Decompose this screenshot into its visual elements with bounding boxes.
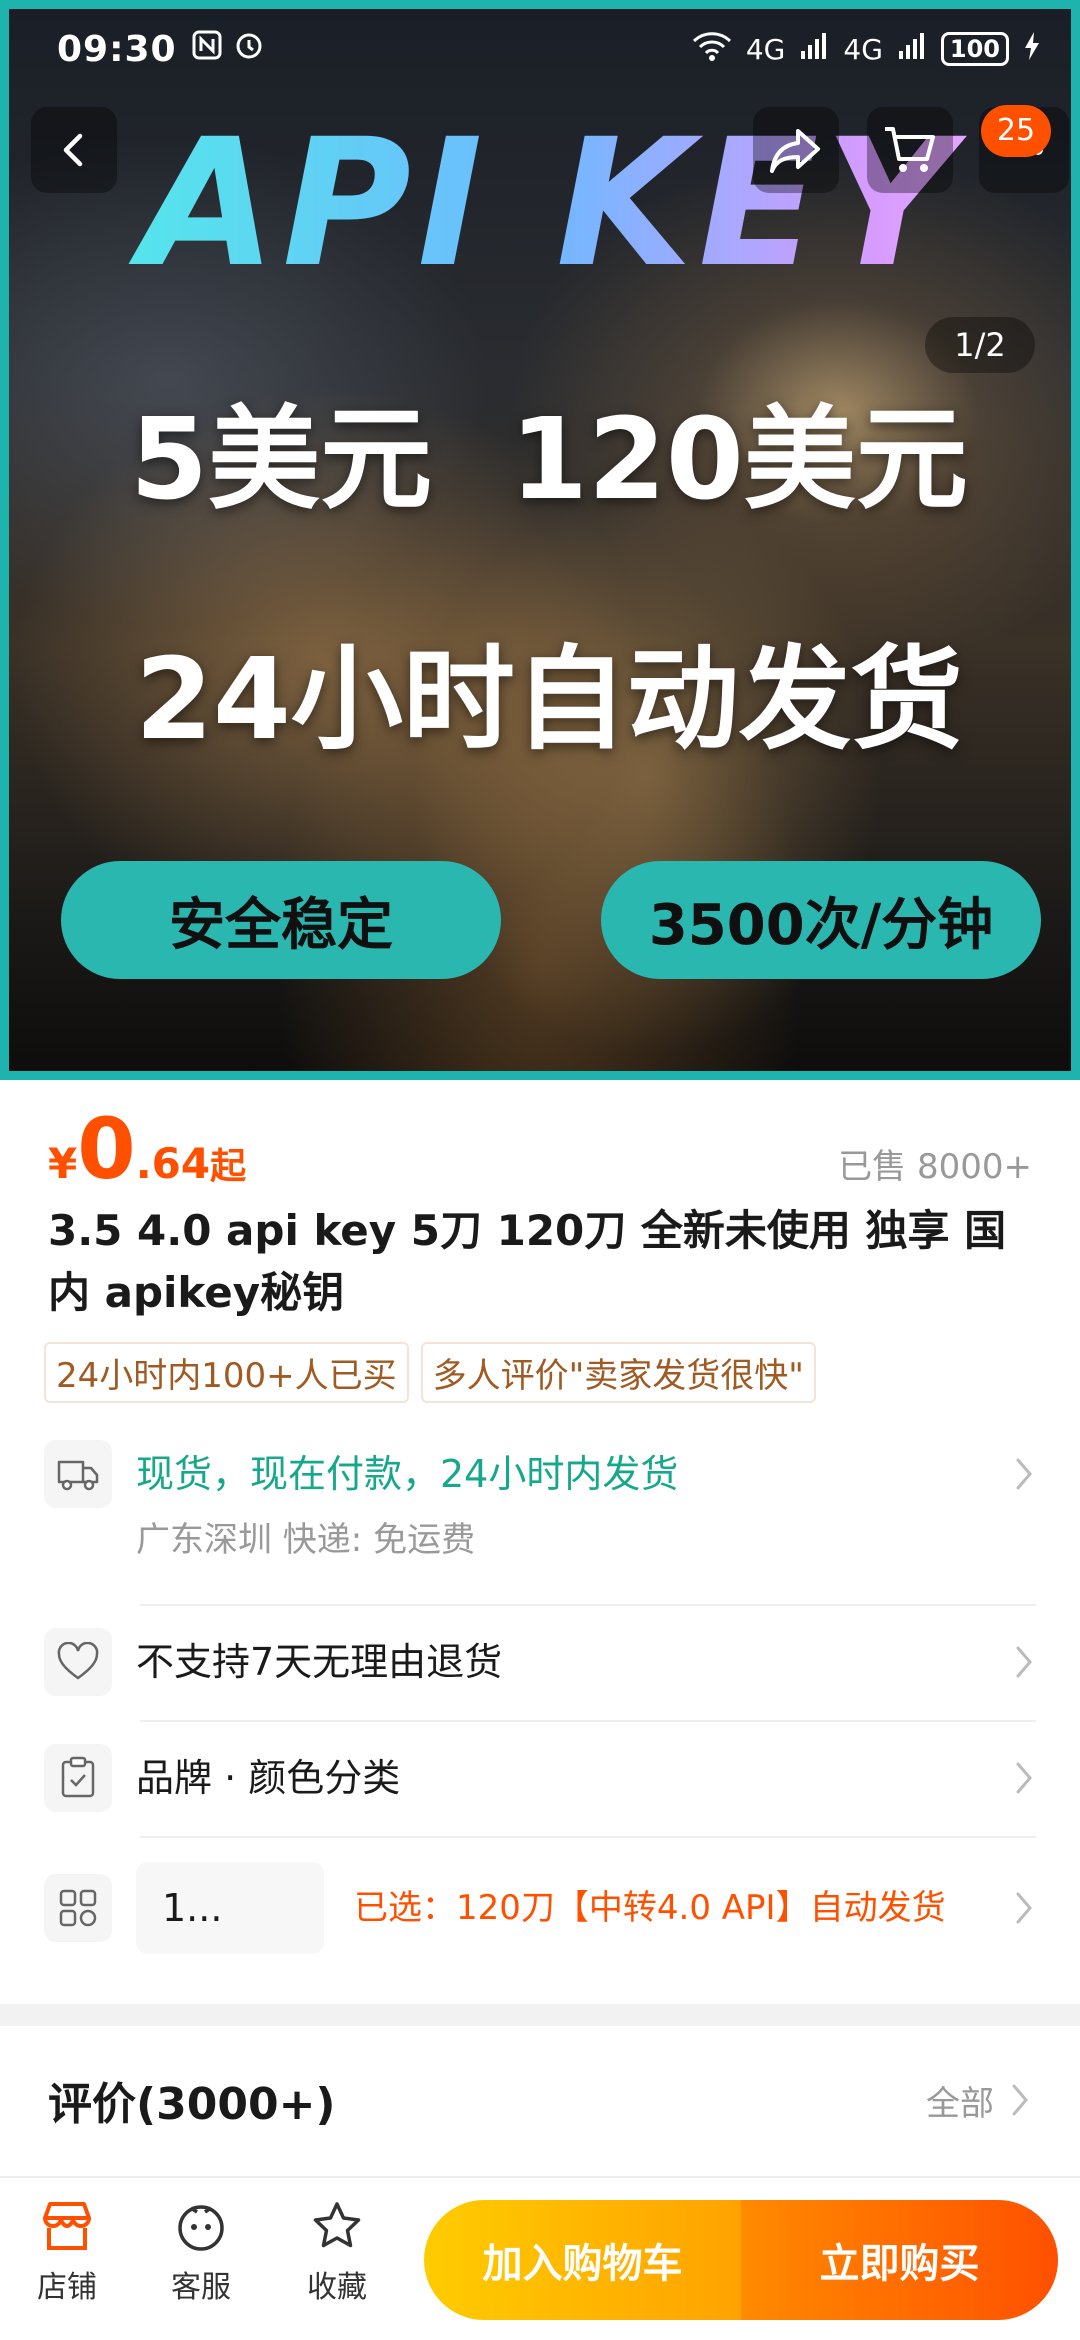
bottom-action-bar: 店铺 客服 收藏 加入购物车 立即购买 (0, 2176, 1080, 2340)
price-currency: ¥ (48, 1139, 78, 1188)
specs-label: 品牌 · 颜色分类 (136, 1756, 401, 1800)
signal-icon (799, 31, 829, 68)
service-label: 客服 (171, 2270, 231, 2305)
divider (140, 1720, 1036, 1722)
grid-icon (44, 1874, 112, 1942)
price-decimal: .64 (135, 1139, 211, 1188)
cart-count-badge: 25 (981, 105, 1051, 157)
reviews-header[interactable]: 评价(3000+) 全部 (48, 2068, 1032, 2132)
divider (140, 1604, 1036, 1606)
hero-pill-stable: 安全稳定 (61, 861, 501, 979)
nfc-icon (191, 29, 223, 70)
charging-icon (1023, 31, 1041, 68)
hero-pill-rate: 3500次/分钟 (601, 861, 1041, 979)
selection-row[interactable]: 1... 已选：120刀【中转4.0 API】自动发货 (44, 1862, 1036, 1954)
store-icon (43, 2202, 91, 2250)
selected-variant: 已选：120刀【中转4.0 API】自动发货 (354, 1888, 946, 1928)
clipboard-icon (44, 1744, 112, 1812)
chevron-right-icon (1016, 1892, 1032, 1924)
sold-count: 已售 8000+ (838, 1147, 1032, 1187)
chevron-right-icon (1016, 1762, 1032, 1794)
network-label-1: 4G (745, 32, 786, 66)
favorite-button[interactable]: 收藏 (282, 2200, 392, 2306)
chevron-right-icon (1016, 1646, 1032, 1678)
divider (140, 1836, 1036, 1838)
network-label-2: 4G (843, 32, 883, 66)
heart-shield-icon (44, 1628, 112, 1696)
shop-label: 店铺 (37, 2270, 97, 2305)
price-suffix: 起 (210, 1146, 247, 1187)
returns-row[interactable]: 不支持7天无理由退货 (44, 1628, 1036, 1696)
status-left-icons (191, 29, 265, 70)
share-button[interactable] (753, 107, 839, 193)
section-separator (0, 2004, 1080, 2026)
chat-face-icon (178, 2205, 224, 2251)
product-title: 3.5 4.0 api key 5刀 120刀 全新未使用 独享 国内 apik… (48, 1206, 1007, 1317)
hero-price-line: 5美元 120美元 (130, 395, 968, 525)
add-to-cart-button[interactable]: 加入购物车 (424, 2200, 741, 2320)
alarm-icon (233, 29, 265, 70)
reviews-title: 评价(3000+) (48, 2079, 336, 2130)
cart-icon (885, 127, 935, 172)
selected-variant-thumb[interactable]: 1... (136, 1862, 324, 1954)
shipping-row[interactable]: 现货，现在付款，24小时内发货 广东深圳 快递: 免运费 (44, 1440, 1036, 1561)
chevron-left-icon (63, 133, 83, 167)
chevron-right-icon (1012, 2084, 1028, 2116)
hero-delivery-line: 24小时自动发货 (135, 635, 963, 765)
shipping-status: 现货，现在付款，24小时内发货 (136, 1452, 679, 1496)
favorite-label: 收藏 (307, 2270, 367, 2305)
returns-policy: 不支持7天无理由退货 (136, 1640, 503, 1684)
tag-item: 多人评价"卖家发货很快" (420, 1342, 816, 1403)
purchase-buttons: 加入购物车 立即购买 (424, 2200, 1058, 2320)
star-icon (313, 2202, 361, 2248)
shipping-origin: 广东深圳 快递: 免运费 (136, 1520, 476, 1560)
cart-button[interactable] (867, 107, 953, 193)
shop-button[interactable]: 店铺 (12, 2200, 122, 2306)
battery-indicator: 100 (940, 32, 1009, 66)
status-time: 09:30 (57, 28, 177, 70)
tag-list: 24小时内100+人已买 多人评价"卖家发货很快" (44, 1342, 816, 1403)
status-right-icons: 4G 4G 100 (692, 30, 1041, 69)
reviews-all-link[interactable]: 全部 (926, 2076, 994, 2125)
customer-service-button[interactable]: 客服 (146, 2200, 256, 2306)
product-image-carousel[interactable]: 09:30 4G 4G 100 API KEY 25 1/2 5美元 120美元… (0, 0, 1080, 1080)
price-integer: 0 (77, 1100, 136, 1198)
back-button[interactable] (31, 107, 117, 193)
wifi-icon (692, 30, 732, 69)
truck-icon (44, 1440, 112, 1508)
status-bar: 09:30 4G 4G 100 (9, 9, 1071, 89)
buy-now-button[interactable]: 立即购买 (741, 2200, 1058, 2320)
price: ¥0.64起 (48, 1100, 246, 1198)
chevron-right-icon (1016, 1458, 1032, 1490)
share-icon (770, 129, 820, 173)
specs-row[interactable]: 品牌 · 颜色分类 (44, 1744, 1036, 1812)
price-row: ¥0.64起 已售 8000+ (48, 1100, 1032, 1198)
image-pager: 1/2 (925, 317, 1035, 373)
signal-icon-2 (897, 31, 927, 68)
tag-item: 24小时内100+人已买 (44, 1342, 409, 1403)
